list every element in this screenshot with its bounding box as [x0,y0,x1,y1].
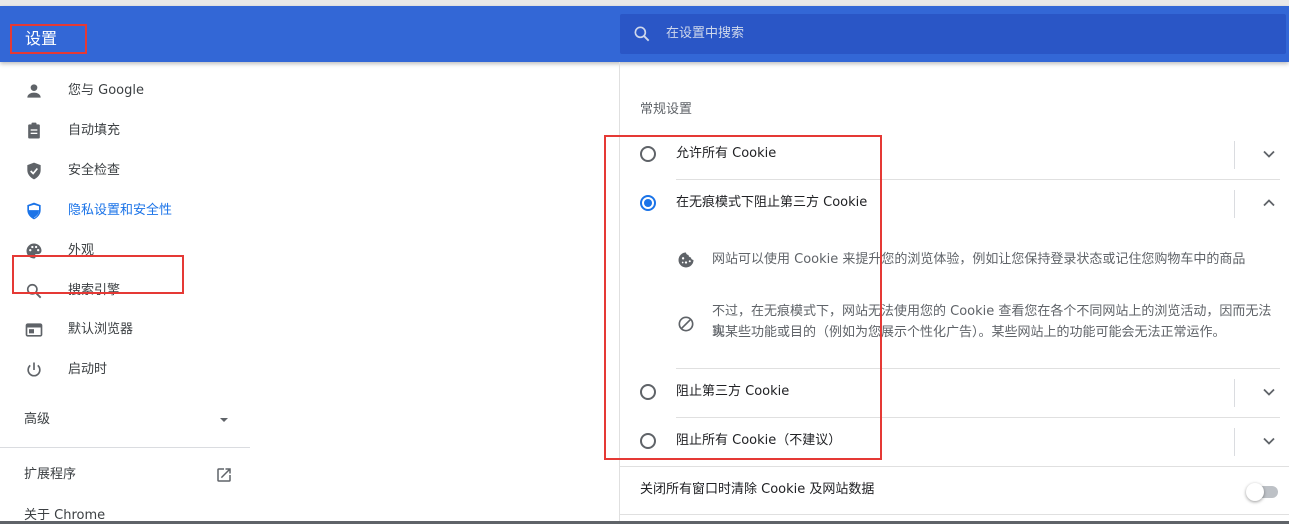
clear-cookies-toggle[interactable] [1246,483,1278,501]
row-separator [1234,379,1235,407]
about-label: 关于 Chrome [24,508,106,523]
sidebar-item-label: 您与 Google [68,83,144,98]
cookie-option-label: 允许所有 Cookie [676,146,777,161]
sidebar-divider [0,447,250,448]
advanced-label: 高级 [24,412,51,427]
search-placeholder: 在设置中搜索 [666,26,745,41]
sidebar-item-appearance[interactable]: 外观 [0,231,252,271]
cookie-option-block-all[interactable]: 阻止所有 Cookie（不建议） [640,418,1280,466]
palette-icon [26,243,42,259]
block-icon [678,316,694,332]
cookie-option-label: 阻止第三方 Cookie [676,384,790,399]
cookie-detail-text: 网站可以使用 Cookie 来提升您的浏览体验，例如让您保持登录状态或记住您购物… [712,252,1246,267]
sidebar-item-extensions[interactable]: 扩展程序 [0,455,252,495]
radio-button[interactable] [640,384,656,400]
dropdown-arrow-icon [220,418,228,422]
chevron-down-icon[interactable] [1262,434,1276,448]
clear-cookies-label: 关闭所有窗口时清除 Cookie 及网站数据 [640,482,875,497]
sidebar-item-autofill[interactable]: 自动填充 [0,111,252,151]
chevron-up-icon[interactable] [1262,196,1276,210]
sidebar: 您与 Google 自动填充 安全检查 隐私设置和安全性 外观 搜索引擎 默认浏… [0,62,252,524]
sidebar-item-about-chrome[interactable]: 关于 Chrome [0,504,252,528]
cookie-detail-allowed: 网站可以使用 Cookie 来提升您的浏览体验，例如让您保持登录状态或记住您购物… [676,248,1280,272]
person-icon [27,84,41,98]
row-separator [1234,141,1235,169]
chevron-down-icon[interactable] [1262,385,1276,399]
cookie-icon [678,252,694,268]
main-content: 常规设置 允许所有 Cookie 在无痕模式下阻止第三方 Cookie 网站可以… [620,62,1289,524]
row-separator [1234,190,1235,218]
sidebar-item-label: 启动时 [68,362,108,377]
extensions-label: 扩展程序 [24,467,77,482]
sidebar-item-you-and-google[interactable]: 您与 Google [0,71,252,111]
cookie-option-label: 阻止所有 Cookie（不建议） [676,433,842,448]
chevron-down-icon[interactable] [1262,147,1276,161]
sidebar-item-label: 搜索引擎 [68,283,121,298]
shield-privacy-icon [27,202,41,220]
row-divider [620,514,1289,515]
page-title: 设置 [10,24,87,54]
sidebar-item-default-browser[interactable]: 默认浏览器 [0,310,252,350]
row-separator [1234,428,1235,456]
sidebar-item-label: 隐私设置和安全性 [68,203,173,218]
search-icon [26,283,42,299]
section-title: 常规设置 [640,102,693,117]
sidebar-item-privacy-security[interactable]: 隐私设置和安全性 [0,191,252,231]
browser-icon [25,323,43,337]
cookie-option-label: 在无痕模式下阻止第三方 Cookie [676,195,868,210]
cookie-option-block-third-party-incognito[interactable]: 在无痕模式下阻止第三方 Cookie [640,180,1280,228]
clipboard-icon [28,122,40,139]
toggle-knob [1246,483,1264,501]
cookie-detail-text: 现某些功能或目的（例如为您展示个性化广告）。某些网站上的功能可能会无法正常运作。 [712,325,1226,340]
cookie-option-block-third-party[interactable]: 阻止第三方 Cookie [640,369,1280,417]
sidebar-item-label: 外观 [68,243,95,258]
search-input[interactable]: 在设置中搜索 [620,14,1286,54]
sidebar-advanced-toggle[interactable]: 高级 [0,400,252,440]
sidebar-item-safety-check[interactable]: 安全检查 [0,151,252,191]
sidebar-item-label: 安全检查 [68,163,121,178]
sidebar-item-on-startup[interactable]: 启动时 [0,350,252,390]
radio-button[interactable] [640,433,656,449]
power-icon [27,362,41,377]
cookie-detail-blocked: 不过，在无痕模式下，网站无法使用您的 Cookie 查看您在各个不同网站上的浏览… [676,302,1280,346]
cookie-option-allow-all[interactable]: 允许所有 Cookie [640,131,1280,179]
radio-button[interactable] [640,146,656,162]
settings-header: 设置 在设置中搜索 [0,6,1289,62]
open-in-new-icon [217,468,231,482]
shield-check-icon [27,162,41,180]
clear-cookies-on-exit-row: 关闭所有窗口时清除 Cookie 及网站数据 [640,468,1280,512]
radio-button-checked[interactable] [640,195,656,211]
search-icon [634,26,650,42]
row-divider [620,466,1289,467]
sidebar-item-label: 默认浏览器 [68,322,134,337]
sidebar-item-label: 自动填充 [68,123,121,138]
sidebar-item-search-engine[interactable]: 搜索引擎 [0,271,252,311]
